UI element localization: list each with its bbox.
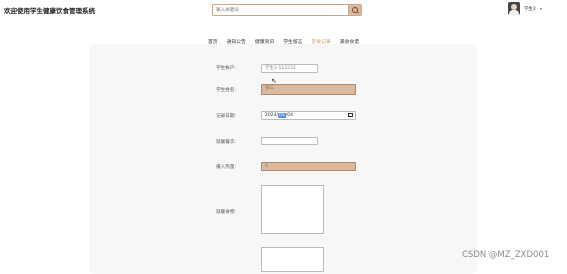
chevron-down-icon[interactable]: ▾ [540,6,542,11]
site-title: 欢迎使用学生健康饮食管理系统 [4,7,95,15]
user-name[interactable]: 学生2 [524,6,536,12]
diet-food-label: 就餐食物: [216,210,236,215]
calories-label: 摄入热量: [216,165,236,170]
date-field[interactable]: 2024/05/04 [261,111,356,120]
search-input[interactable] [216,6,336,15]
date-label: 记录日期: [216,114,236,119]
main-nav: 首页 通知公告 健康资讯 学生留言 饮食记录 美食食谱 [0,28,567,45]
search-box [212,4,362,16]
date-year: 2024 [265,113,277,118]
search-icon [352,7,358,13]
name-label: 学生姓名: [216,88,236,93]
name-field[interactable]: 张三 [261,84,356,95]
name-value: 张三 [265,86,274,91]
extra-textarea[interactable] [261,247,324,272]
date-day: 04 [287,113,293,118]
account-field[interactable]: 学生2-112233 [261,64,318,73]
search-button[interactable] [348,5,361,15]
calendar-icon[interactable] [348,113,353,117]
date-month: 05 [277,113,286,118]
watermark: CSDN @MZ_ZXD001 [462,250,550,260]
calories-value: 0 [265,164,268,169]
diet-food-textarea[interactable] [261,185,324,234]
meal-count-label: 就餐餐次: [216,140,236,145]
avatar[interactable] [508,2,520,15]
calories-field[interactable]: 0 [261,162,356,171]
mouse-cursor-icon: ⇖ [271,77,277,85]
top-header: 欢迎使用学生健康饮食管理系统 学生2 ▾ [0,0,567,20]
meal-count-field[interactable] [261,137,318,145]
account-label: 学生帐户: [216,66,236,71]
form-panel [89,44,477,274]
account-value: 学生2-112233 [265,66,296,71]
